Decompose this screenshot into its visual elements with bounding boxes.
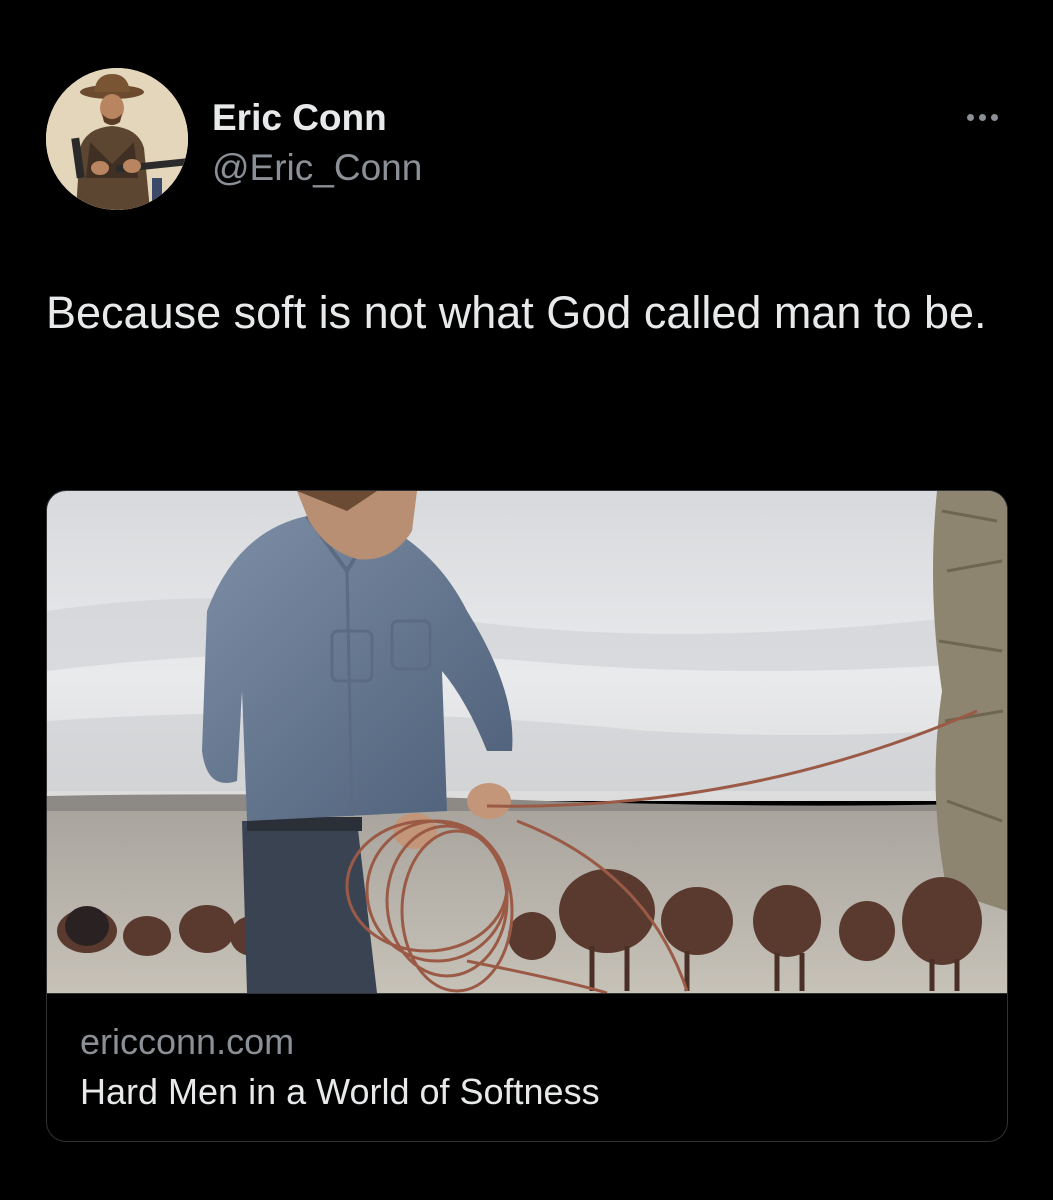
author-handle[interactable]: @Eric_Conn — [212, 146, 422, 190]
more-options-button[interactable] — [954, 102, 1010, 132]
tweet-text: Because soft is not what God called man … — [46, 287, 987, 338]
more-dots-icon — [966, 113, 974, 121]
tweet: Eric Conn @Eric_Conn Because soft is not… — [0, 0, 1053, 1200]
link-card-domain: ericconn.com — [80, 1021, 295, 1062]
author-avatar[interactable] — [46, 68, 188, 210]
link-card-image — [47, 491, 1007, 993]
link-preview-card[interactable]: ericconn.com Hard Men in a World of Soft… — [46, 490, 1008, 1142]
card-divider — [47, 993, 1007, 994]
cowboy-avatar-icon — [46, 68, 188, 210]
link-card-title: Hard Men in a World of Softness — [80, 1071, 600, 1112]
rancher-with-cattle-image — [47, 491, 1007, 993]
author-display-name[interactable]: Eric Conn — [212, 96, 387, 140]
more-dots-icon — [990, 113, 998, 121]
more-dots-icon — [978, 113, 986, 121]
